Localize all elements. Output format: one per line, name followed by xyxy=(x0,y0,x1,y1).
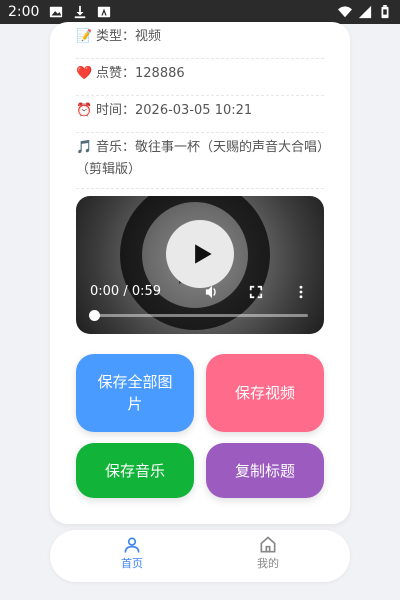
house-icon xyxy=(260,536,276,553)
likes-label: 点赞： xyxy=(96,66,136,81)
nav-home-label: 首页 xyxy=(121,557,143,570)
fullscreen-button[interactable] xyxy=(246,282,266,302)
save-music-button[interactable]: 保存音乐 xyxy=(76,443,194,498)
user-icon xyxy=(124,537,140,553)
more-icon xyxy=(299,285,303,299)
likes-row: ❤️ 点赞： 128886 xyxy=(76,63,324,96)
video-time-display: 0:00 / 0:59 xyxy=(90,284,162,299)
music-label: 音乐： xyxy=(96,140,136,155)
play-button[interactable] xyxy=(166,220,234,288)
status-time: 2:00 xyxy=(8,4,40,20)
type-label: 类型： xyxy=(96,29,136,44)
download-icon xyxy=(73,5,87,19)
video-player[interactable]: 0:00 / 0:59 xyxy=(76,196,324,334)
type-row: 📝 类型： 视频 xyxy=(76,26,324,59)
volume-icon xyxy=(205,285,216,299)
bottom-nav: 首页 我的 xyxy=(50,530,350,582)
nav-item-mine[interactable]: 我的 xyxy=(228,535,308,571)
signal-icon xyxy=(358,5,372,19)
alarm-clock-icon: ⏰ xyxy=(76,103,93,118)
detail-card: 📝 类型： 视频 ❤️ 点赞： 128886 ⏰ 时间： 2026-03-05 … xyxy=(50,22,350,524)
type-value: 视频 xyxy=(135,29,162,44)
memo-icon: 📝 xyxy=(76,29,93,44)
more-options-button[interactable] xyxy=(291,282,311,302)
battery-icon xyxy=(378,5,392,19)
wifi-icon xyxy=(338,5,352,19)
time-row: ⏰ 时间： 2026-03-05 10:21 xyxy=(76,100,324,133)
status-bar: 2:00 xyxy=(0,0,400,24)
time-label: 时间： xyxy=(96,103,136,118)
copy-title-button[interactable]: 复制标题 xyxy=(206,443,324,498)
likes-value: 128886 xyxy=(135,66,185,81)
volume-button[interactable] xyxy=(202,282,222,302)
save-video-button[interactable]: 保存视频 xyxy=(206,354,324,432)
save-all-images-button[interactable]: 保存全部图片 xyxy=(76,354,194,432)
time-value: 2026-03-05 10:21 xyxy=(135,103,253,118)
music-row: 🎵 音乐：敬往事一杯（天赐的声音大合唱）（剪辑版） xyxy=(76,137,324,189)
heart-icon: ❤️ xyxy=(76,66,93,81)
video-progress-knob[interactable] xyxy=(89,310,100,321)
play-icon xyxy=(195,244,212,264)
video-progress-bar[interactable] xyxy=(89,310,308,321)
music-note-icon: 🎵 xyxy=(76,140,93,155)
nav-mine-label: 我的 xyxy=(257,557,279,570)
image-icon xyxy=(49,5,63,19)
fullscreen-icon xyxy=(249,285,263,299)
nav-item-home[interactable]: 首页 xyxy=(92,535,172,571)
app-a-icon xyxy=(97,5,111,19)
